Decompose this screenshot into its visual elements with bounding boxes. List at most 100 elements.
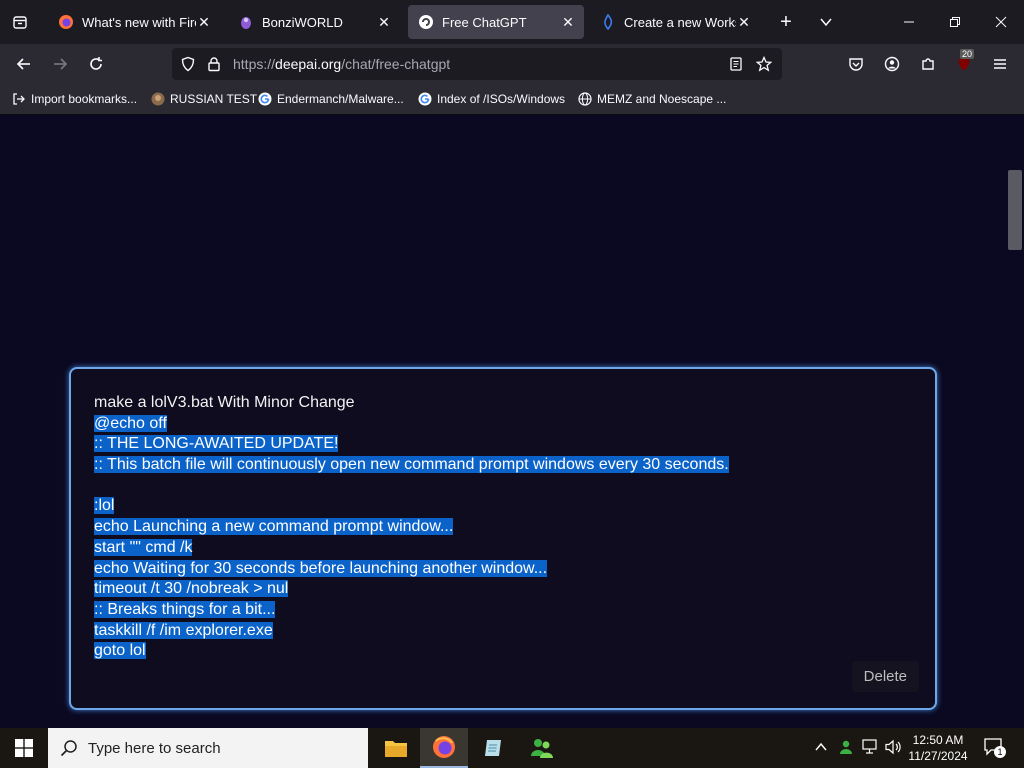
windows-start-icon[interactable] <box>0 728 48 768</box>
prompt-line: @echo off <box>94 414 894 435</box>
prompt-line: echo Launching a new command prompt wind… <box>94 517 894 538</box>
url-scheme: https:// <box>233 56 276 72</box>
prompt-line-text: :: Breaks things for a bit... <box>94 600 276 618</box>
people-app-icon[interactable] <box>518 728 566 768</box>
bookmark-index-isos[interactable]: Index of /ISOs/Windows <box>418 90 565 108</box>
globe-icon <box>578 92 592 106</box>
prompt-line-text: goto lol <box>94 642 146 660</box>
close-window-icon[interactable] <box>987 8 1015 36</box>
show-hidden-icons[interactable] <box>814 740 828 759</box>
firefox-icon <box>59 15 73 29</box>
new-tab-icon[interactable]: + <box>772 8 800 36</box>
bookmark-label: Endermanch/Malware... <box>277 92 404 106</box>
prompt-line-text: make a lolV3.bat With Minor Change <box>94 394 355 411</box>
bookmarks-toolbar: Import bookmarks... RUSSIAN TEST Enderma… <box>0 84 1024 115</box>
back-icon[interactable] <box>10 50 38 78</box>
prompt-line: taskkill /f /im explorer.exe <box>94 621 894 642</box>
prompt-line <box>94 476 894 497</box>
deepai-icon <box>419 15 433 29</box>
tab-free-chatgpt[interactable]: Free ChatGPT ✕ <box>408 5 584 39</box>
windows-taskbar: Type here to search 12:50 AM 11/27/2024 … <box>0 728 1024 768</box>
tab-list-icon[interactable] <box>6 8 34 36</box>
tab-title: Free ChatGPT <box>442 14 527 30</box>
notepad-icon[interactable] <box>469 728 517 768</box>
page-content: make a lolV3.bat With Minor Change @echo … <box>0 115 1006 728</box>
import-icon <box>13 93 25 105</box>
close-tab-icon[interactable]: ✕ <box>736 14 752 31</box>
reload-icon[interactable] <box>82 50 110 78</box>
bookmark-label: RUSSIAN TEST <box>170 92 258 106</box>
prompt-line-text: echo Launching a new command prompt wind… <box>94 518 454 536</box>
search-placeholder: Type here to search <box>88 739 221 757</box>
tab-title: BonziWORLD <box>262 14 343 30</box>
prompt-line: timeout /t 30 /nobreak > nul <box>94 579 894 600</box>
restore-icon[interactable] <box>941 8 969 36</box>
url-text[interactable]: https://deepai.org/chat/free-chatgpt <box>233 56 450 72</box>
shield-icon[interactable] <box>180 56 196 72</box>
bookmark-import[interactable]: Import bookmarks... <box>12 90 137 108</box>
navigation-toolbar: https://deepai.org/chat/free-chatgpt 20 <box>0 44 1024 84</box>
google-icon <box>258 92 272 106</box>
workspace-icon <box>604 14 613 30</box>
prompt-line: :lol <box>94 496 894 517</box>
chat-message-text[interactable]: make a lolV3.bat With Minor Change @echo … <box>94 393 894 662</box>
prompt-line: :: THE LONG-AWAITED UPDATE! <box>94 434 894 455</box>
ublock-icon[interactable]: 20 <box>950 49 978 78</box>
close-tab-icon[interactable]: ✕ <box>376 14 392 31</box>
notification-count: 1 <box>994 746 1006 758</box>
clock-date: 11/27/2024 <box>908 749 968 763</box>
clock-time: 12:50 AM <box>912 733 964 747</box>
tab-title: Create a new Workspace <box>624 14 736 30</box>
prompt-line-text: :lol <box>94 497 115 515</box>
volume-icon[interactable] <box>885 739 903 760</box>
notification-center-icon[interactable]: 1 <box>984 738 1006 761</box>
delete-button[interactable]: Delete <box>851 661 919 692</box>
tab-create-workspace[interactable]: Create a new Workspace ✕ <box>590 5 760 39</box>
search-icon <box>60 740 77 757</box>
tab-bonziworld[interactable]: BonziWORLD ✕ <box>228 5 400 39</box>
avatar-icon <box>151 92 165 106</box>
lock-icon[interactable] <box>206 56 222 72</box>
extension-badge: 20 <box>960 49 975 59</box>
prompt-line-text: :: THE LONG-AWAITED UPDATE! <box>94 435 339 453</box>
network-icon[interactable] <box>862 739 880 760</box>
extensions-icon[interactable] <box>914 50 942 78</box>
prompt-line: echo Waiting for 30 seconds before launc… <box>94 559 894 580</box>
prompt-line: :: This batch file will continuously ope… <box>94 455 894 476</box>
prompt-line: goto lol <box>94 641 894 662</box>
account-icon[interactable] <box>878 50 906 78</box>
minimize-icon[interactable] <box>895 8 923 36</box>
taskbar-search-input[interactable]: Type here to search <box>48 728 368 768</box>
tab-title: What's new with Firefox <box>82 14 196 30</box>
people-tray-icon[interactable] <box>838 739 854 760</box>
bookmark-endermanch[interactable]: Endermanch/Malware... <box>258 90 404 108</box>
file-explorer-icon[interactable] <box>372 728 420 768</box>
close-tab-icon[interactable]: ✕ <box>196 14 212 31</box>
chat-message-box[interactable]: make a lolV3.bat With Minor Change @echo … <box>69 367 937 710</box>
prompt-line: :: Breaks things for a bit... <box>94 600 894 621</box>
prompt-line-text: timeout /t 30 /nobreak > nul <box>94 580 289 598</box>
prompt-line-text: @echo off <box>94 414 167 432</box>
pocket-icon[interactable] <box>842 50 870 78</box>
google-icon <box>418 92 432 106</box>
bookmark-russian-test[interactable]: RUSSIAN TEST <box>151 90 257 108</box>
menu-icon[interactable] <box>986 50 1014 78</box>
url-bar[interactable]: https://deepai.org/chat/free-chatgpt <box>172 48 782 80</box>
prompt-line-text: echo Waiting for 30 seconds before launc… <box>94 559 548 577</box>
bookmark-star-icon[interactable] <box>756 56 772 72</box>
tab-whats-new[interactable]: What's new with Firefox ✕ <box>48 5 220 39</box>
bookmark-label: Index of /ISOs/Windows <box>437 92 566 106</box>
prompt-line: make a lolV3.bat With Minor Change <box>94 393 894 414</box>
forward-icon[interactable] <box>46 50 74 78</box>
prompt-line-text: taskkill /f /im explorer.exe <box>94 621 273 639</box>
close-tab-icon[interactable]: ✕ <box>560 14 576 31</box>
reader-view-icon[interactable] <box>728 56 744 72</box>
scrollbar-thumb[interactable] <box>1008 170 1022 250</box>
system-clock[interactable]: 12:50 AM 11/27/2024 <box>903 732 973 764</box>
bonzi-icon <box>241 17 251 29</box>
chevron-down-icon[interactable] <box>812 8 840 36</box>
bookmark-label: Import bookmarks... <box>31 92 138 106</box>
bookmark-memz[interactable]: MEMZ and Noescape ... <box>578 90 726 108</box>
prompt-line-text: start "" cmd /k <box>94 538 193 556</box>
firefox-taskbar-icon[interactable] <box>420 728 468 768</box>
